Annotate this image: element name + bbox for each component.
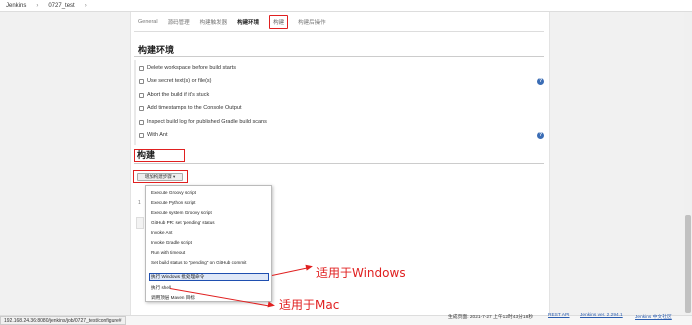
- menu-item-invoke-ant[interactable]: Invoke Ant: [151, 230, 172, 235]
- breadcrumb-job[interactable]: 0727_test: [48, 3, 74, 9]
- footer-rest-api-link[interactable]: REST API: [548, 313, 570, 318]
- footer-generated: 生成页面: 2021-7-27 上午12时43分18秒: [448, 315, 534, 320]
- section-title-build: 构建: [134, 149, 185, 162]
- option-secret-text[interactable]: Use secret text(s) or file(s): [139, 78, 211, 84]
- menu-item-system-groovy[interactable]: Execute system Groovy script: [151, 210, 212, 215]
- section-title-build-env: 构建环境: [138, 45, 175, 55]
- add-step-dropdown: Execute Groovy script Execute Python scr…: [145, 185, 272, 302]
- option-gradle-scans[interactable]: Inspect build log for published Gradle b…: [139, 119, 267, 125]
- tab-post-build[interactable]: 构建后操作: [298, 16, 326, 28]
- help-icon[interactable]: ?: [537, 78, 544, 85]
- option-label: Add timestamps to the Console Output: [147, 105, 242, 111]
- menu-item-windows-batch[interactable]: 执行 Windows 批处理命令: [151, 274, 204, 280]
- arrow-mac-head: [267, 301, 276, 309]
- annotation-mac: 适用于Mac: [279, 298, 340, 312]
- options-indent-line: [134, 60, 136, 145]
- option-delete-workspace[interactable]: Delete workspace before build starts: [139, 65, 236, 71]
- menu-item-github-commit-status[interactable]: Set build status to "pending" on GitHub …: [151, 260, 246, 265]
- menu-item-invoke-gradle[interactable]: Invoke Gradle script: [151, 240, 192, 245]
- breadcrumb-separator-icon: ›: [36, 2, 39, 9]
- menu-item-shell[interactable]: 执行 shell: [151, 285, 171, 291]
- menu-item-github-pr-status[interactable]: GitHub PR: set 'pending' status: [151, 220, 215, 225]
- section-divider: [134, 56, 544, 57]
- option-timestamps[interactable]: Add timestamps to the Console Output: [139, 105, 241, 111]
- tab-triggers[interactable]: 构建触发器: [200, 16, 228, 28]
- checkbox[interactable]: [139, 105, 144, 111]
- footer-community-link[interactable]: Jenkins 中文社区: [635, 313, 672, 320]
- scrollbar-thumb[interactable]: [685, 215, 691, 313]
- option-label: Use secret text(s) or file(s): [147, 78, 212, 84]
- option-with-ant[interactable]: With Ant: [139, 132, 167, 138]
- option-label: With Ant: [147, 132, 168, 138]
- option-abort-stuck[interactable]: Abort the build if it's stuck: [139, 92, 209, 98]
- breadcrumb-separator-icon: ›: [84, 2, 87, 9]
- status-url: 192.168.24.36:8080/jenkins/job/0727_test…: [0, 316, 126, 325]
- checkbox[interactable]: [139, 119, 144, 125]
- tab-scm[interactable]: 源码管理: [168, 16, 190, 28]
- checkbox[interactable]: [139, 65, 144, 71]
- menu-item-python[interactable]: Execute Python script: [151, 200, 195, 205]
- option-label: Inspect build log for published Gradle b…: [147, 119, 267, 125]
- checkbox[interactable]: [139, 92, 144, 98]
- annotation-windows: 适用于Windows: [316, 266, 406, 280]
- section-divider: [134, 163, 544, 164]
- footer-version-link[interactable]: Jenkins ver. 2.294.1: [580, 313, 623, 318]
- partial-text: 1: [138, 200, 141, 206]
- tab-divider: [134, 31, 544, 32]
- config-tabs: General 源码管理 构建触发器 构建环境 构建 构建后操作: [138, 14, 336, 30]
- tab-build-env[interactable]: 构建环境: [237, 16, 259, 28]
- tab-general[interactable]: General: [138, 17, 158, 27]
- option-label: Delete workspace before build starts: [147, 65, 236, 71]
- menu-item-groovy[interactable]: Execute Groovy script: [151, 190, 196, 195]
- add-build-step-button[interactable]: 增加构建步骤 ▾: [137, 173, 183, 181]
- help-icon[interactable]: ?: [537, 132, 544, 139]
- option-label: Abort the build if it's stuck: [147, 92, 210, 98]
- breadcrumb-jenkins[interactable]: Jenkins: [6, 3, 26, 9]
- menu-item-run-with-timeout[interactable]: Run with timeout: [151, 250, 185, 255]
- breadcrumb-bar: Jenkins › 0727_test ›: [0, 0, 692, 12]
- tab-build[interactable]: 构建: [269, 15, 289, 29]
- checkbox[interactable]: [139, 132, 144, 138]
- partial-button: [136, 217, 144, 229]
- checkbox[interactable]: [139, 78, 144, 84]
- menu-item-maven[interactable]: 调用顶层 Maven 目标: [151, 295, 195, 301]
